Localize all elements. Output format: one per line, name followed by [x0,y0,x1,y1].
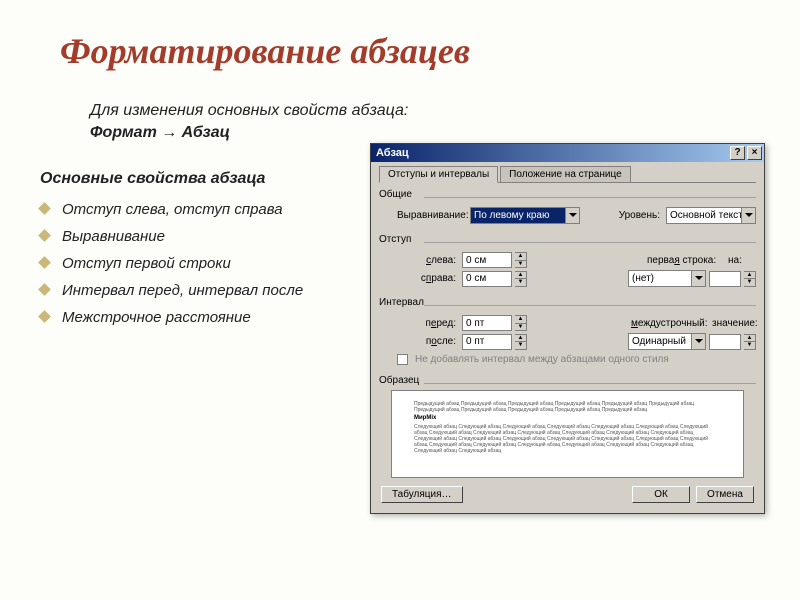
at-input[interactable] [709,334,741,350]
preview-text-next: Следующий абзац Следующий абзац Следующи… [414,424,721,454]
group-label: Интервал [379,297,756,308]
tab-page-position[interactable]: Положение на странице [500,166,630,182]
intro-path: Формат → Абзац [90,124,230,141]
tabs-button[interactable]: Табуляция… [381,486,463,503]
by-label: на: [728,255,756,266]
group-indent: Отступ слева: 0 см ▲▼ первая строка: на:… [379,234,756,291]
bullet-list: Отступ слева, отступ справа Выравнивание… [40,196,360,331]
line-spacing-select[interactable]: Одинарный [628,333,706,350]
group-spacing: Интервал перед: 0 пт ▲▼ междустрочный: з… [379,297,756,369]
group-general: Общие Выравнивание: По левому краю Урове… [379,189,756,228]
space-before-label: перед: [397,318,459,329]
intro-text: Для изменения основных свойств абзаца: [90,102,408,119]
dialog-title: Абзац [376,147,409,159]
same-style-label: Не добавлять интервал между абзацами одн… [415,354,669,365]
cancel-button[interactable]: Отмена [696,486,754,503]
spinner[interactable]: ▲▼ [744,334,756,350]
list-item: Межстрочное расстояние [40,304,360,331]
tab-indents-spacing[interactable]: Отступы и интервалы [379,166,498,183]
space-after-input[interactable]: 0 пт [462,334,512,350]
indent-left-label: слева: [397,255,459,266]
spinner[interactable]: ▲▼ [515,252,527,268]
spinner[interactable]: ▲▼ [515,315,527,331]
indent-left-input[interactable]: 0 см [462,252,512,268]
alignment-label: Выравнивание: [397,210,467,221]
spinner[interactable]: ▲▼ [515,334,527,350]
spinner[interactable]: ▲▼ [515,271,527,287]
preview-text-prev: Предыдущий абзац Предыдущий абзац Предыд… [414,401,721,413]
level-label: Уровень: [619,210,663,221]
tab-strip: Отступы и интервалы Положение на страниц… [379,166,756,183]
spinner[interactable]: ▲▼ [744,271,756,287]
list-item: Отступ слева, отступ справа [40,196,360,223]
level-select[interactable]: Основной текст [666,207,756,224]
indent-right-label: справа: [397,273,459,284]
chevron-down-icon [691,334,705,349]
group-label: Общие [379,189,756,200]
chevron-down-icon [741,208,755,223]
alignment-select[interactable]: По левому краю [470,207,580,224]
list-item: Интервал перед, интервал после [40,277,360,304]
line-spacing-label: междустрочный: [631,318,709,329]
by-input[interactable] [709,271,741,287]
same-style-checkbox[interactable] [397,354,408,365]
first-line-select[interactable]: (нет) [628,270,706,287]
group-label: Образец [379,375,756,386]
first-line-label: первая строка: [647,255,725,266]
chevron-down-icon [691,271,705,286]
space-before-input[interactable]: 0 пт [462,315,512,331]
at-label: значение: [712,318,756,329]
group-preview: Образец Предыдущий абзац Предыдущий абза… [379,375,756,478]
list-item: Отступ первой строки [40,250,360,277]
preview-text-current: МирМix [414,415,721,422]
dialog-titlebar[interactable]: Абзац ? × [371,144,764,162]
slide-title: Форматирование абзацев [60,30,470,72]
ok-button[interactable]: ОК [632,486,690,503]
space-after-label: после: [397,336,459,347]
help-button[interactable]: ? [730,146,745,160]
dialog-footer: Табуляция… ОК Отмена [379,480,756,505]
slide-subhead: Основные свойства абзаца [40,170,265,188]
slide-intro: Для изменения основных свойств абзаца: Ф… [90,100,408,143]
list-item: Выравнивание [40,223,360,250]
preview-box: Предыдущий абзац Предыдущий абзац Предыд… [391,390,744,478]
close-button[interactable]: × [747,146,762,160]
chevron-down-icon [565,208,579,223]
paragraph-dialog: Абзац ? × Отступы и интервалы Положение … [370,143,765,514]
indent-right-input[interactable]: 0 см [462,271,512,287]
group-label: Отступ [379,234,756,245]
